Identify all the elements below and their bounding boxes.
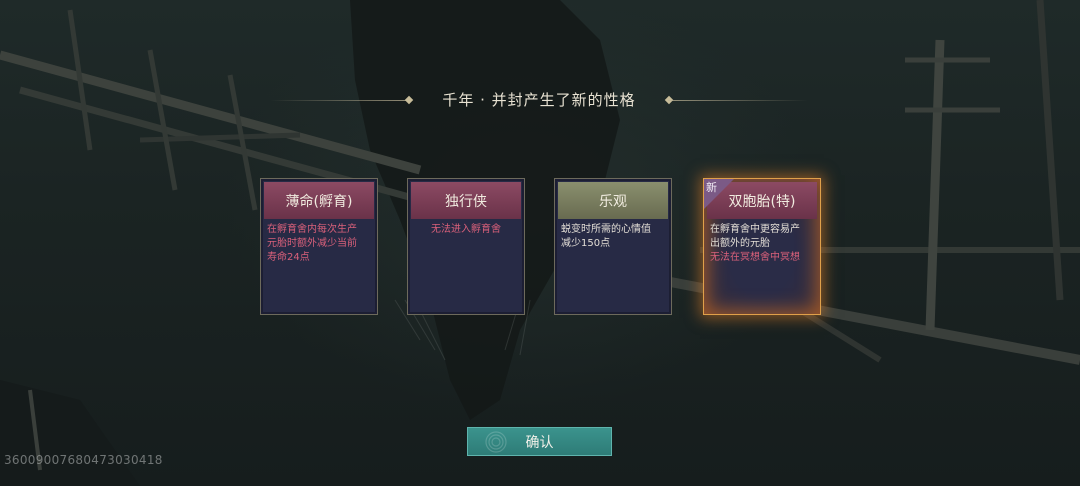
trait-description-line: 寿命24点 bbox=[267, 252, 310, 263]
trait-description: 蜕变时所需的心情值 减少150点 bbox=[561, 223, 665, 251]
new-badge-label: 新 bbox=[706, 181, 717, 194]
trait-card-duxingxia[interactable]: 独行侠 无法进入孵育舍 bbox=[407, 178, 525, 315]
player-uid: 3600900768047303041​8 bbox=[4, 453, 163, 467]
trait-card-shuangbaotai[interactable]: 新 双胞胎(特) 在孵育舍中更容易产 出额外的元胎 无法在冥想舍中冥想 bbox=[703, 178, 821, 315]
trait-description: 无法进入孵育舍 bbox=[414, 223, 518, 237]
trait-description-line: 蜕变时所需的心情值 bbox=[561, 224, 651, 235]
trait-card-leguan[interactable]: 乐观 蜕变时所需的心情值 减少150点 bbox=[554, 178, 672, 315]
trait-description-line: 无法在冥想舍中冥想 bbox=[710, 252, 800, 263]
trait-name: 薄命(孵育) bbox=[264, 182, 374, 219]
title-divider-left bbox=[270, 100, 410, 101]
confirm-button[interactable]: 确认 bbox=[467, 427, 612, 456]
confirm-label: 确认 bbox=[525, 434, 554, 451]
trait-description-line: 出额外的元胎 bbox=[710, 238, 770, 249]
trait-description-line: 在孵育舍内每次生产 bbox=[267, 224, 357, 235]
trait-description-line: 元胎时额外减少当前 bbox=[267, 238, 357, 249]
trait-card-bomin[interactable]: 薄命(孵育) 在孵育舍内每次生产 元胎时额外减少当前 寿命24点 bbox=[260, 178, 378, 315]
title-divider-right bbox=[668, 100, 808, 101]
background-scenery bbox=[0, 0, 1080, 486]
page-title: 千年 · 并封产生了新的性格 bbox=[442, 91, 636, 109]
trait-description: 在孵育舍内每次生产 元胎时额外减少当前 寿命24点 bbox=[267, 223, 371, 265]
game-screen: 千年 · 并封产生了新的性格 薄命(孵育) 在孵育舍内每次生产 元胎时额外减少当… bbox=[0, 0, 1080, 486]
title-row: 千年 · 并封产生了新的性格 bbox=[0, 86, 1080, 116]
trait-description-line: 减少150点 bbox=[561, 238, 611, 249]
trait-description-line: 在孵育舍中更容易产 bbox=[710, 224, 800, 235]
trait-name: 乐观 bbox=[558, 182, 668, 219]
trait-name: 独行侠 bbox=[411, 182, 521, 219]
trait-description-line: 无法进入孵育舍 bbox=[431, 224, 501, 235]
swirl-pattern-icon bbox=[485, 431, 507, 453]
trait-description: 在孵育舍中更容易产 出额外的元胎 无法在冥想舍中冥想 bbox=[710, 223, 814, 265]
